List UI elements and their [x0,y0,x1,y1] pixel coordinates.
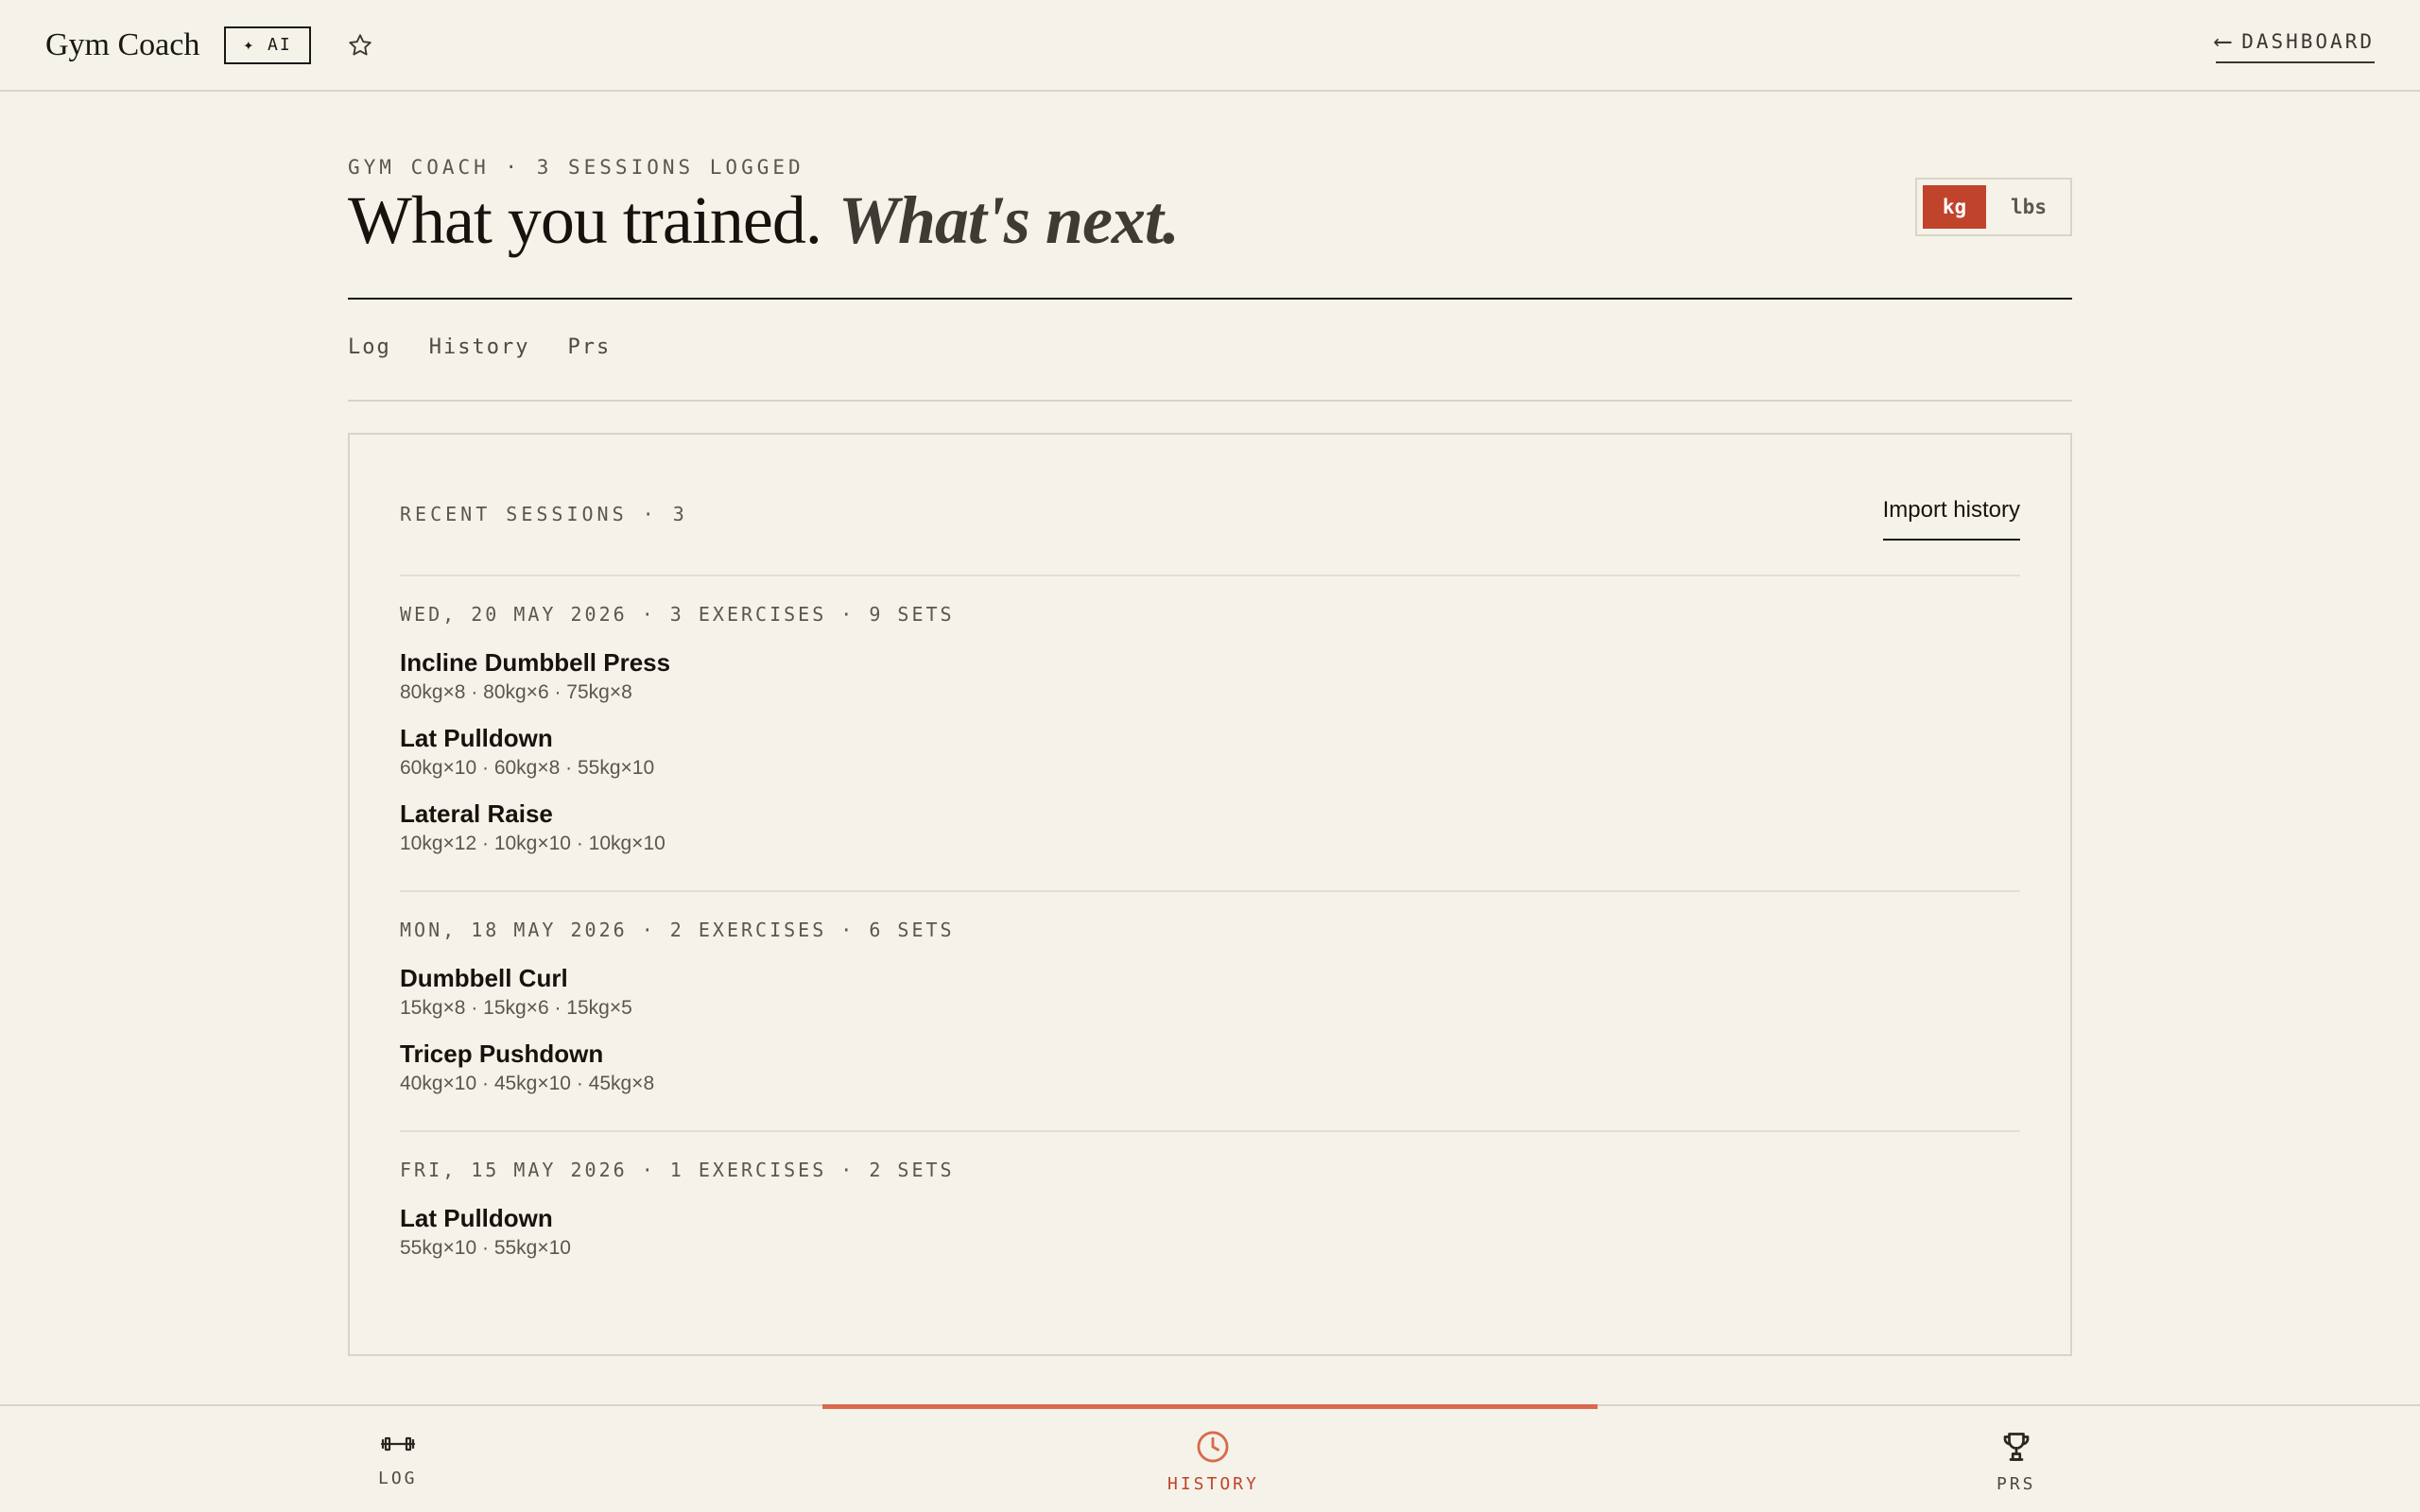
exercise-name: Lateral Raise [400,799,553,828]
exercise-sets: 40kg×10 · 45kg×10 · 45kg×8 [400,1073,655,1094]
recent-sessions-card: RECENT SESSIONS · 3 Import history WED, … [348,433,2072,1356]
session-item[interactable]: FRI, 15 MAY 2026 · 1 EXERCISES · 2 SETS … [400,1130,2020,1263]
exercise-sets: 80kg×8 · 80kg×6 · 75kg×8 [400,681,632,703]
exercise-item: Lat Pulldown 55kg×10 · 55kg×10 [400,1202,2020,1263]
bottom-nav-prs-label: PRS [1996,1474,2036,1494]
page-title-main: What you trained. [348,182,822,258]
star-icon[interactable] [347,31,375,60]
header-divider [348,298,2072,300]
bottom-nav: LOG HISTORY PRS [0,1404,2420,1512]
session-item[interactable]: MON, 18 MAY 2026 · 2 EXERCISES · 6 SETS … [400,890,2020,1130]
exercise-name: Tricep Pushdown [400,1040,604,1068]
dumbbell-icon [379,1429,417,1459]
page-title-italic: What's next. [838,182,1180,258]
unit-lbs-button[interactable]: lbs [1996,185,2062,229]
exercise-name: Lat Pulldown [400,724,553,752]
page-title: What you trained. What's next. [348,186,1180,254]
exercise-item: Lat Pulldown 60kg×10 · 60kg×8 · 55kg×10 [400,722,2020,782]
card-title: RECENT SESSIONS · 3 [400,503,688,525]
arrow-left-icon: ⟵ [2215,26,2231,56]
bottom-nav-log-label: LOG [378,1469,418,1488]
dashboard-link[interactable]: ⟵ DASHBOARD [2215,26,2375,63]
exercise-name: Dumbbell Curl [400,964,568,992]
session-item[interactable]: WED, 20 MAY 2026 · 3 EXERCISES · 9 SETS … [400,575,2020,890]
session-meta: FRI, 15 MAY 2026 · 1 EXERCISES · 2 SETS [400,1159,955,1181]
unit-kg-button[interactable]: kg [1923,185,1986,229]
ai-badge[interactable]: ✦ AI [224,26,311,64]
exercise-item: Dumbbell Curl 15kg×8 · 15kg×6 · 15kg×5 [400,962,2020,1022]
exercise-name: Lat Pulldown [400,1204,553,1232]
exercise-sets: 15kg×8 · 15kg×6 · 15kg×5 [400,997,632,1019]
exercise-item: Tricep Pushdown 40kg×10 · 45kg×10 · 45kg… [400,1038,2020,1098]
exercise-sets: 55kg×10 · 55kg×10 [400,1237,571,1259]
exercise-item: Lateral Raise 10kg×12 · 10kg×10 · 10kg×1… [400,798,2020,858]
tab-history[interactable]: History [429,335,530,359]
exercise-name: Incline Dumbbell Press [400,648,671,677]
bottom-nav-history[interactable]: HISTORY [1167,1429,1259,1494]
bottom-nav-history-label: HISTORY [1167,1474,1259,1494]
import-history-button[interactable]: Import history [1882,497,2020,541]
active-tab-indicator [822,1404,1598,1409]
dashboard-label: DASHBOARD [2241,29,2375,53]
exercise-sets: 10kg×12 · 10kg×10 · 10kg×10 [400,833,666,854]
tab-prs[interactable]: Prs [567,335,611,359]
exercise-sets: 60kg×10 · 60kg×8 · 55kg×10 [400,757,655,779]
trophy-icon [1999,1429,2033,1465]
app-title: Gym Coach [45,26,200,62]
session-meta: MON, 18 MAY 2026 · 2 EXERCISES · 6 SETS [400,919,955,941]
bottom-nav-prs[interactable]: PRS [1996,1429,2036,1494]
session-meta: WED, 20 MAY 2026 · 3 EXERCISES · 9 SETS [400,603,955,626]
top-bar: Gym Coach ✦ AI ⟵ DASHBOARD [0,0,2420,92]
unit-toggle: kg lbs [1915,178,2072,236]
page-eyebrow: GYM COACH · 3 SESSIONS LOGGED [348,156,804,179]
card-header: RECENT SESSIONS · 3 Import history [400,497,2020,541]
tab-log[interactable]: Log [348,335,391,359]
tabs-divider [348,400,2072,402]
session-list: WED, 20 MAY 2026 · 3 EXERCISES · 9 SETS … [400,575,2020,1263]
bottom-nav-log[interactable]: LOG [378,1429,418,1488]
exercise-item: Incline Dumbbell Press 80kg×8 · 80kg×6 ·… [400,646,2020,707]
section-tabs: Log History Prs [348,335,611,359]
clock-icon [1195,1429,1231,1465]
